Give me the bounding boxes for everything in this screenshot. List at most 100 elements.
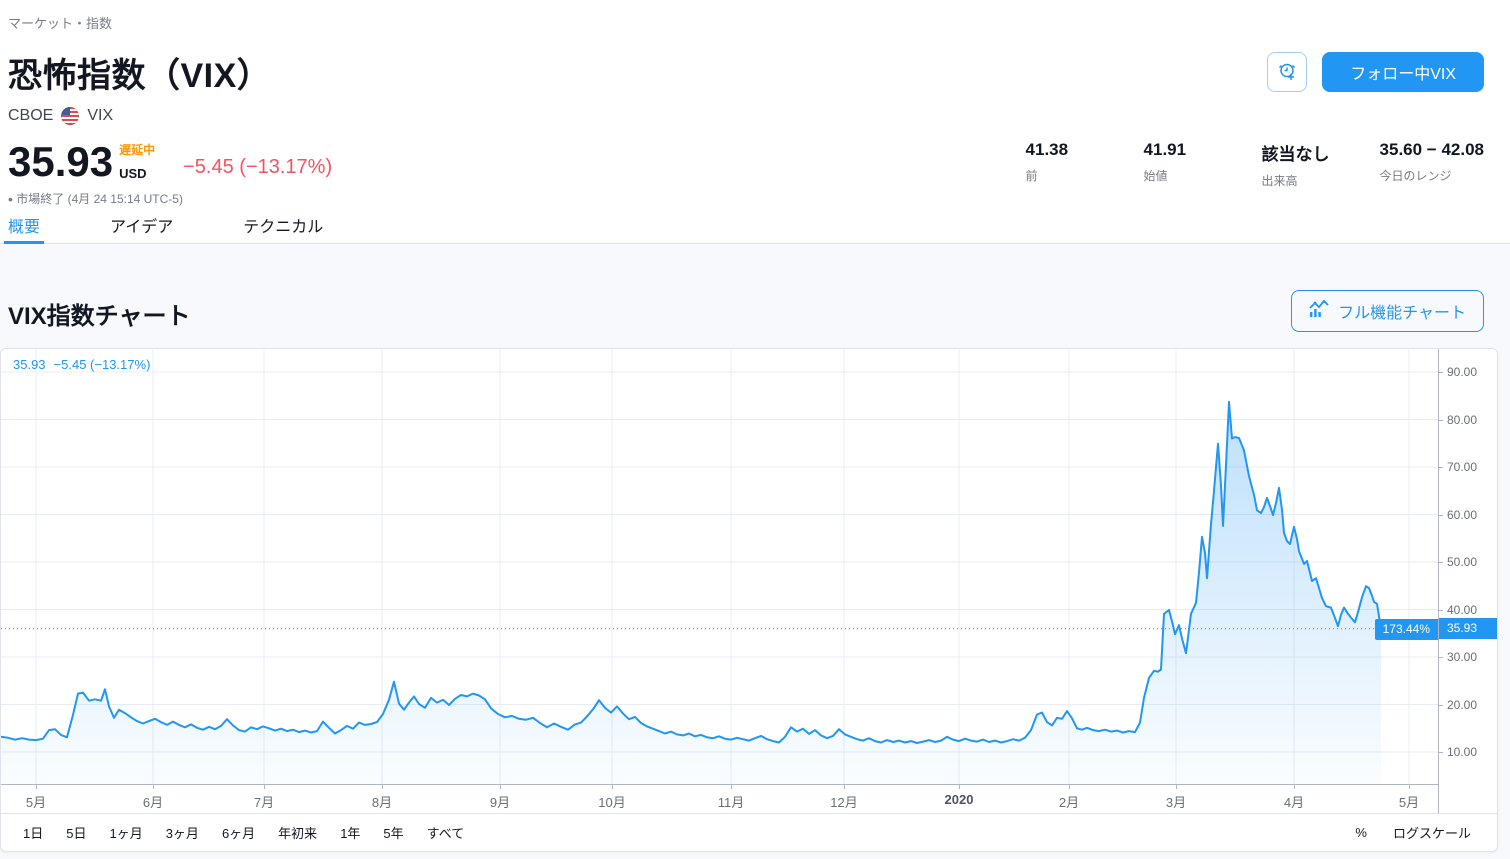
range-1d[interactable]: 1日 bbox=[15, 818, 51, 847]
x-axis-label: 4月 bbox=[1284, 792, 1304, 811]
breadcrumb-separator: ・ bbox=[73, 16, 86, 31]
x-axis-label: 3月 bbox=[1166, 792, 1186, 811]
last-price-badge: 35.93 bbox=[1439, 618, 1498, 639]
y-axis-label: 30.00 bbox=[1447, 650, 1477, 664]
stat-value: 41.38 bbox=[1026, 140, 1096, 160]
x-axis-tick bbox=[1176, 785, 1177, 789]
add-alert-button[interactable] bbox=[1267, 52, 1307, 92]
x-axis-label: 5月 bbox=[26, 792, 46, 811]
stat-day-range: 35.60 − 42.08 今日のレンジ bbox=[1380, 140, 1484, 189]
price-change: −5.45 (−13.17%) bbox=[183, 156, 332, 179]
full-chart-button[interactable]: フル機能チャート bbox=[1291, 290, 1484, 332]
header-actions: フォロー中VIX bbox=[1267, 52, 1484, 92]
x-axis-label: 12月 bbox=[830, 792, 857, 811]
breadcrumb-indices-link[interactable]: 指数 bbox=[86, 16, 112, 31]
x-axis-label: 2月 bbox=[1059, 792, 1079, 811]
chart-legend: 35.93 −5.45 (−13.17%) bbox=[13, 357, 158, 372]
x-axis-tick bbox=[500, 785, 501, 789]
us-flag-icon bbox=[61, 107, 79, 125]
alarm-plus-icon bbox=[1276, 60, 1298, 85]
y-axis-tick bbox=[1439, 657, 1443, 658]
x-axis-label: 2020 bbox=[945, 792, 974, 807]
stat-value: 41.91 bbox=[1144, 140, 1214, 160]
stat-value: 35.60 − 42.08 bbox=[1380, 140, 1484, 160]
x-axis-label: 9月 bbox=[490, 792, 510, 811]
tab-technicals[interactable]: テクニカル bbox=[239, 205, 327, 243]
range-1y[interactable]: 1年 bbox=[332, 818, 368, 847]
range-1m[interactable]: 1ヶ月 bbox=[101, 818, 150, 847]
stat-label: 始値 bbox=[1144, 167, 1214, 184]
price-chart[interactable]: 35.93 −5.45 (−13.17%) 173.44% bbox=[1, 349, 1438, 784]
x-axis-tick bbox=[1069, 785, 1070, 789]
breadcrumb-market-link[interactable]: マーケット bbox=[8, 16, 73, 31]
x-axis-tick bbox=[731, 785, 732, 789]
legend-change: −5.45 (−13.17%) bbox=[54, 357, 151, 372]
x-axis-label: 11月 bbox=[718, 792, 745, 811]
x-axis-label: 8月 bbox=[372, 792, 392, 811]
toolbar-right: % ログスケール bbox=[1355, 823, 1483, 842]
stat-label: 出来高 bbox=[1262, 172, 1332, 189]
chart-line-icon bbox=[1309, 300, 1329, 323]
x-axis-tick bbox=[959, 785, 960, 789]
market-status-text: 市場終了 (4月 24 15:14 UTC-5) bbox=[16, 192, 183, 206]
x-axis-tick bbox=[612, 785, 613, 789]
x-axis-tick bbox=[153, 785, 154, 789]
x-axis-tick bbox=[264, 785, 265, 789]
range-all[interactable]: すべて bbox=[419, 818, 473, 847]
range-3m[interactable]: 3ヶ月 bbox=[158, 818, 207, 847]
y-axis-label: 20.00 bbox=[1447, 698, 1477, 712]
y-axis-label: 40.00 bbox=[1447, 603, 1477, 617]
time-axis[interactable]: 5月 6月 7月 8月 9月 10月 11月 12月 2020 2月 3月 4月 5月 bbox=[1, 784, 1438, 813]
y-axis-tick bbox=[1439, 515, 1443, 516]
last-price: 35.93 bbox=[8, 144, 113, 181]
y-axis-tick bbox=[1439, 372, 1443, 373]
y-axis-tick bbox=[1439, 705, 1443, 706]
tab-bar: 概要 アイデア テクニカル bbox=[0, 205, 1510, 244]
range-ytd[interactable]: 年初来 bbox=[270, 818, 325, 847]
x-axis-tick bbox=[844, 785, 845, 789]
x-axis-tick bbox=[1294, 785, 1295, 789]
stat-value: 該当なし bbox=[1262, 140, 1332, 165]
chart-section-header: VIX指数チャート フル機能チャート bbox=[0, 244, 1510, 348]
y-axis-label: 90.00 bbox=[1447, 365, 1477, 379]
y-axis-label: 80.00 bbox=[1447, 413, 1477, 427]
currency-label: USD bbox=[119, 166, 155, 181]
delay-badge: 遅延中 bbox=[119, 141, 155, 158]
price-meta: 遅延中 USD bbox=[119, 141, 155, 181]
breadcrumb: マーケット・指数 bbox=[8, 13, 1484, 32]
x-axis-tick bbox=[1409, 785, 1410, 789]
follow-button[interactable]: フォロー中VIX bbox=[1322, 52, 1484, 92]
x-axis-label: 7月 bbox=[254, 792, 274, 811]
stat-label: 今日のレンジ bbox=[1380, 167, 1484, 184]
tab-ideas[interactable]: アイデア bbox=[106, 205, 177, 243]
range-5d[interactable]: 5日 bbox=[58, 818, 94, 847]
x-axis-label: 10月 bbox=[598, 792, 625, 811]
x-axis-tick bbox=[36, 785, 37, 789]
y-axis-tick bbox=[1439, 562, 1443, 563]
y-axis-tick bbox=[1439, 467, 1443, 468]
x-axis-label: 5月 bbox=[1399, 792, 1419, 811]
percent-scale-toggle[interactable]: % bbox=[1355, 825, 1367, 840]
range-5y[interactable]: 5年 bbox=[375, 818, 411, 847]
symbol-label: VIX bbox=[87, 107, 113, 125]
y-axis-label: 50.00 bbox=[1447, 555, 1477, 569]
stat-volume: 該当なし 出来高 bbox=[1262, 140, 1332, 189]
chart-widget: 35.93−5.45 (−13.17%) 173.44% 35.93 10.00… bbox=[0, 348, 1498, 852]
legend-price: 35.93 bbox=[13, 357, 46, 372]
price-axis[interactable]: 35.93 10.0020.0030.0040.0050.0060.0070.0… bbox=[1438, 349, 1498, 813]
tab-overview[interactable]: 概要 bbox=[4, 205, 44, 243]
chart-toolbar: 1日 5日 1ヶ月 3ヶ月 6ヶ月 年初来 1年 5年 すべて % ログスケール bbox=[1, 813, 1497, 851]
x-axis-label: 6月 bbox=[143, 792, 163, 811]
market-status: • 市場終了 (4月 24 15:14 UTC-5) bbox=[8, 190, 1484, 207]
chart-canvas[interactable] bbox=[1, 349, 1438, 784]
stat-label: 前 bbox=[1026, 167, 1096, 184]
full-chart-button-label: フル機能チャート bbox=[1338, 299, 1466, 323]
y-axis-label: 60.00 bbox=[1447, 508, 1477, 522]
range-6m[interactable]: 6ヶ月 bbox=[214, 818, 263, 847]
last-percent-badge: 173.44% bbox=[1375, 619, 1438, 640]
page-title: 恐怖指数（VIX） bbox=[8, 48, 1484, 97]
y-axis-tick bbox=[1439, 752, 1443, 753]
stat-prev-close: 41.38 前 bbox=[1026, 140, 1096, 189]
log-scale-toggle[interactable]: ログスケール bbox=[1393, 823, 1471, 842]
symbol-row: CBOE VIX bbox=[8, 107, 1484, 125]
